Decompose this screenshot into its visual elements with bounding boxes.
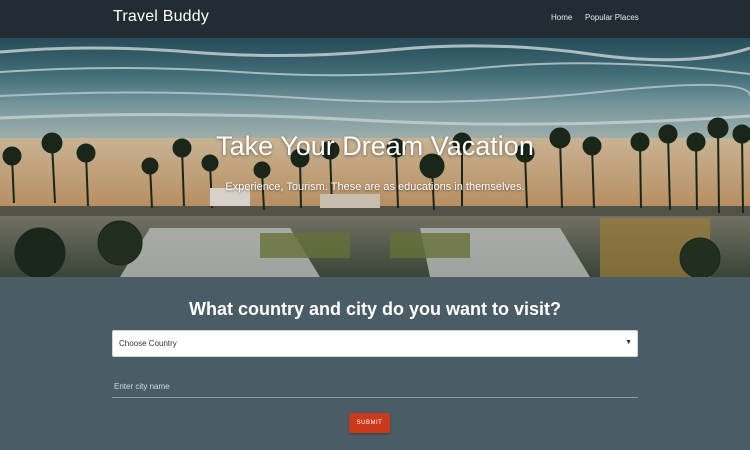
country-select-value: Choose Country [119, 339, 177, 348]
search-form: What country and city do you want to vis… [0, 277, 750, 450]
caret-down-icon: ▼ [625, 339, 632, 346]
hero-subtitle: Experience, Tourism. These are as educat… [225, 181, 525, 193]
submit-button[interactable]: SUBMIT [349, 413, 390, 433]
city-name-input[interactable] [112, 376, 638, 398]
brand-logo[interactable]: Travel Buddy [113, 8, 209, 26]
nav-link-home[interactable]: Home [551, 13, 572, 22]
hero-title: Take Your Dream Vacation [216, 131, 534, 161]
country-select[interactable]: Choose Country ▼ [112, 330, 638, 357]
nav-link-popular-places[interactable]: Popular Places [585, 13, 639, 22]
navbar: Travel Buddy Home Popular Places [0, 0, 750, 38]
hero-banner: Take Your Dream Vacation Experience, Tou… [0, 38, 750, 277]
form-question: What country and city do you want to vis… [188, 299, 561, 319]
